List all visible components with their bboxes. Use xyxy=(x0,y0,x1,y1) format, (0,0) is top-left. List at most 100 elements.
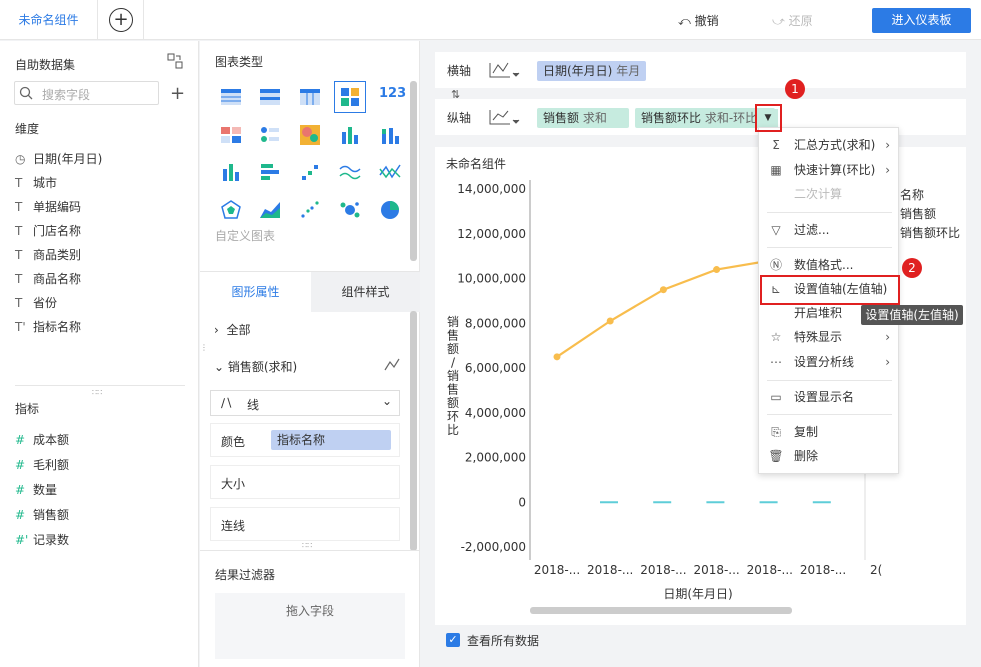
drag-handle[interactable]: ⋮ xyxy=(200,343,208,352)
undo-button[interactable]: ⤺ 撤销 xyxy=(678,12,719,29)
menu-item-filter[interactable]: ▽ 过滤... xyxy=(759,219,900,241)
menu-item-analysis-line[interactable]: ⋯ 设置分析线 › xyxy=(759,351,900,373)
line-chart-icon[interactable] xyxy=(339,161,361,183)
dimension-field[interactable]: T 商品名称 xyxy=(15,270,81,288)
menu-item-rename[interactable]: ▭ 设置显示名 xyxy=(759,386,900,408)
bubble-chart-icon[interactable] xyxy=(339,199,361,221)
cross-table-chart-icon[interactable] xyxy=(259,86,281,108)
stacked-bar-icon[interactable] xyxy=(379,124,401,146)
size-label: 大小 xyxy=(221,477,246,491)
y-tick-label: 4,000,000 xyxy=(465,406,526,420)
chevron-down-icon: ⌄ xyxy=(382,394,393,408)
switch-dataset-icon[interactable] xyxy=(167,53,183,72)
tab-component[interactable]: 未命名组件 xyxy=(0,0,98,40)
menu-item-label: 开启堆积 xyxy=(794,306,843,320)
connect-line-property[interactable]: 连线 xyxy=(210,507,400,541)
auto-chart-icon[interactable] xyxy=(339,86,361,108)
line-type-select[interactable]: ∕∖ 线 ⌄ xyxy=(210,390,400,416)
hash-icon: # xyxy=(15,433,26,447)
bar-chart-icon[interactable] xyxy=(220,161,242,183)
y-axis-title-char: 售 xyxy=(447,382,459,397)
axis-chart-icon[interactable] xyxy=(488,106,520,131)
redo-button[interactable]: ⤻ 还原 xyxy=(772,12,813,29)
dimension-field[interactable]: T 商品类别 xyxy=(15,246,81,264)
scatter-chart-icon[interactable] xyxy=(299,199,321,221)
menu-item-special-display[interactable]: ☆ 特殊显示 › xyxy=(759,326,900,348)
enter-dashboard-button[interactable]: 进入仪表板 xyxy=(872,8,971,33)
show-all-data-checkbox[interactable]: ✓ 查看所有数据 xyxy=(446,632,539,649)
color-property[interactable]: 颜色 指标名称 xyxy=(210,423,400,457)
pie-chart-icon[interactable] xyxy=(379,199,401,221)
measure-field[interactable]: # 销售额 xyxy=(15,506,69,524)
menu-item-copy[interactable]: ⎘ 复制 xyxy=(759,421,900,443)
menu-item-number-format[interactable]: Ⓝ 数值格式... xyxy=(759,254,900,276)
color-field-pill[interactable]: 指标名称 xyxy=(271,430,391,450)
horizontal-bar-icon[interactable] xyxy=(259,161,281,183)
legend-item[interactable]: 销售额 xyxy=(900,205,970,224)
series-label: 销售额(求和) xyxy=(227,360,298,374)
drag-handle[interactable]: ∷∷ xyxy=(302,541,312,550)
radar-line-icon[interactable] xyxy=(379,161,401,183)
menu-item-label: 删除 xyxy=(794,449,819,463)
search-placeholder: 搜索字段 xyxy=(42,88,91,102)
series-properties-row[interactable]: ⌄ 销售额(求和) xyxy=(214,358,297,375)
search-input[interactable]: 搜索字段 xyxy=(14,81,159,105)
tab-component-style[interactable]: 组件样式 xyxy=(311,272,420,312)
dimension-field[interactable]: T 城市 xyxy=(15,174,57,192)
undo-label: 撤销 xyxy=(694,14,719,28)
redo-label: 还原 xyxy=(788,14,813,28)
field-label: 省份 xyxy=(33,296,58,310)
y-field-pill-1[interactable]: 销售额 求和 xyxy=(537,108,629,128)
property-scrollbar[interactable] xyxy=(410,311,417,551)
y-axis-title-char: 环 xyxy=(447,410,459,424)
radar-chart-icon[interactable] xyxy=(220,199,242,221)
result-filter-title: 结果过滤器 xyxy=(215,568,276,582)
menu-item-quick-calc[interactable]: ▦ 快速计算(环比) › xyxy=(759,159,900,181)
measure-field[interactable]: #' 记录数 xyxy=(15,531,69,549)
axis-chart-icon[interactable] xyxy=(488,59,520,84)
multi-kpi-icon[interactable] xyxy=(259,124,281,146)
menu-item-label: 设置显示名 xyxy=(794,390,855,404)
hash-icon: # xyxy=(15,458,26,472)
line-style-icon[interactable] xyxy=(384,357,400,376)
detail-table-chart-icon[interactable] xyxy=(299,86,321,108)
dimension-field[interactable]: T' 指标名称 xyxy=(15,318,81,336)
y-field-pill-2[interactable]: 销售额环比 求和-环比 xyxy=(635,108,775,128)
dimension-field[interactable]: ◷ 日期(年月日) xyxy=(15,150,102,168)
heat-table-icon[interactable] xyxy=(220,124,242,146)
area-chart-icon[interactable] xyxy=(259,199,281,221)
size-property[interactable]: 大小 xyxy=(210,465,400,499)
tab-graph-properties[interactable]: 图形属性 xyxy=(200,272,311,312)
custom-chart-link[interactable]: 自定义图表 xyxy=(215,227,275,244)
filter-drop-zone[interactable]: 拖入字段 xyxy=(215,593,405,659)
y-field-1-label: 销售额 xyxy=(543,111,580,125)
menu-item-aggregation[interactable]: Σ 汇总方式(求和) › xyxy=(759,134,900,156)
add-tab-button[interactable]: + xyxy=(109,8,133,32)
measure-field[interactable]: # 成本额 xyxy=(15,431,69,449)
calculator-icon: ▦ xyxy=(770,163,782,177)
y-axis-title-char: 额 xyxy=(447,342,459,356)
field-label: 销售额 xyxy=(33,508,70,522)
dimension-field[interactable]: T 单据编码 xyxy=(15,198,81,216)
measure-field[interactable]: # 数量 xyxy=(15,481,57,499)
menu-item-delete[interactable]: 🗑 删除 xyxy=(759,445,900,467)
table-chart-icon[interactable] xyxy=(220,86,242,108)
dimension-field[interactable]: T 门店名称 xyxy=(15,222,81,240)
drag-handle[interactable]: ∷∷ xyxy=(92,388,102,397)
menu-item-secondary-calc[interactable]: 二次计算 xyxy=(759,183,900,205)
kpi-chart-icon[interactable]: 123 xyxy=(379,86,406,108)
chevron-right-icon: › xyxy=(885,163,890,177)
menu-item-label: 数值格式... xyxy=(794,258,854,272)
add-field-icon[interactable]: + xyxy=(170,83,185,104)
legend-item[interactable]: 销售额环比 xyxy=(900,224,970,243)
all-properties-row[interactable]: › 全部 xyxy=(214,321,250,338)
scatter-step-icon[interactable] xyxy=(299,161,321,183)
dimension-field[interactable]: T 省份 xyxy=(15,294,57,312)
heatmap-icon[interactable] xyxy=(299,124,321,146)
y-field-2-sub: 求和-环比 xyxy=(704,111,758,125)
y-axis-title-char: / xyxy=(451,356,456,370)
measure-field[interactable]: # 毛利额 xyxy=(15,456,69,474)
grouped-bar-icon[interactable] xyxy=(339,124,361,146)
x-field-pill[interactable]: 日期(年月日) 年月 xyxy=(537,61,647,81)
chart-type-scrollbar[interactable] xyxy=(410,81,417,261)
